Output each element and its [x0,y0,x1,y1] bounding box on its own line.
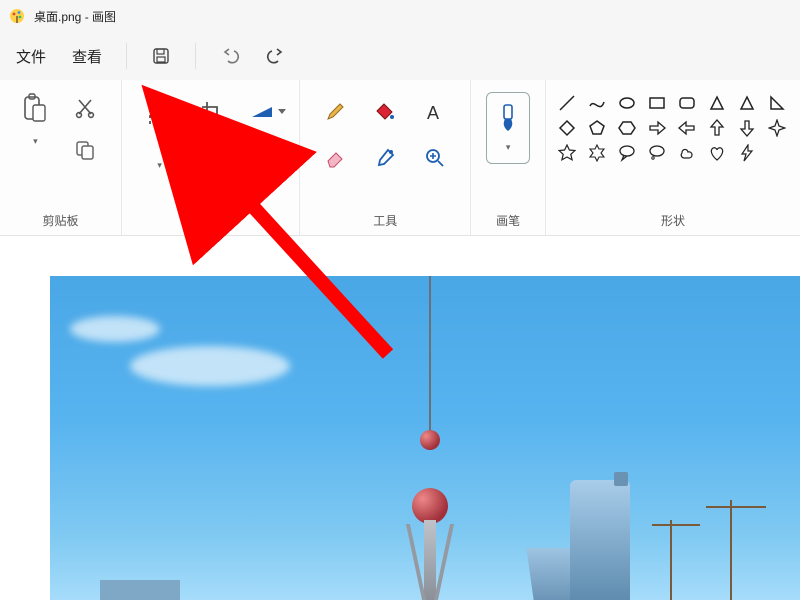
group-label: 形状 [661,208,685,235]
flip-button[interactable] [246,144,278,176]
group-tools: A 工具 [300,80,471,235]
shape-curve[interactable] [586,92,608,114]
shape-triangle[interactable] [736,92,758,114]
shape-6star[interactable] [586,142,608,164]
pencil-tool[interactable] [319,96,351,128]
shape-right-triangle[interactable] [766,92,788,114]
titlebar: 桌面.png - 画图 [0,0,800,32]
shape-arrow-down[interactable] [736,117,758,139]
shape-4star[interactable] [766,117,788,139]
svg-text:A: A [427,103,439,123]
group-label: 图像 [199,208,223,235]
resize-image-button[interactable] [196,144,228,176]
fill-tool[interactable] [369,96,401,128]
shapes-palette[interactable] [556,92,790,164]
paint-app-icon [8,7,26,25]
magnifier-tool[interactable] [419,142,451,174]
canvas-area[interactable] [0,236,800,600]
shape-callout-cloud[interactable] [676,142,698,164]
shape-oval[interactable] [616,92,638,114]
paste-button[interactable] [19,92,51,124]
chevron-down-icon: ▾ [506,142,511,153]
chevron-down-icon[interactable]: ▾ [33,136,38,147]
menubar: 文件 查看 [0,32,800,80]
canvas-image [50,276,800,600]
eraser-tool[interactable] [319,142,351,174]
crop-button[interactable] [196,96,228,128]
select-button[interactable] [144,98,176,130]
shape-diamond[interactable] [556,117,578,139]
separator [195,43,196,69]
undo-button[interactable] [216,42,244,70]
cut-button[interactable] [69,92,101,124]
group-label: 剪贴板 [42,208,78,235]
shape-pentagon[interactable] [586,117,608,139]
menu-view[interactable]: 查看 [68,40,106,73]
shape-arrow-left[interactable] [676,117,698,139]
rotate-button[interactable] [246,96,278,128]
shape-polygon[interactable] [706,92,728,114]
group-brush: ▾ 画笔 [471,80,546,235]
group-label: 工具 [373,208,397,235]
chevron-down-icon[interactable]: ▾ [157,160,162,171]
save-button[interactable] [147,42,175,70]
menu-file[interactable]: 文件 [12,40,50,73]
shape-lightning[interactable] [736,142,758,164]
brush-button[interactable]: ▾ [486,92,530,164]
copy-button[interactable] [69,134,101,166]
color-picker-tool[interactable] [369,142,401,174]
shape-callout-round[interactable] [616,142,638,164]
window-title: 桌面.png - 画图 [34,8,116,25]
shape-rect[interactable] [646,92,668,114]
shape-round-rect[interactable] [676,92,698,114]
shape-arrow-up[interactable] [706,117,728,139]
shape-callout-oval[interactable] [646,142,668,164]
group-clipboard: ▾ 剪贴板 [0,80,122,235]
shape-hexagon[interactable] [616,117,638,139]
shape-line[interactable] [556,92,578,114]
group-shapes: 形状 [546,80,800,235]
shape-arrow-right[interactable] [646,117,668,139]
text-tool[interactable]: A [419,96,451,128]
group-label: 画笔 [496,208,520,235]
separator [126,43,127,69]
shape-heart[interactable] [706,142,728,164]
shape-5star[interactable] [556,142,578,164]
ribbon: ▾ 剪贴板 ▾ [0,80,800,236]
redo-button[interactable] [262,42,290,70]
group-image: ▾ [122,80,300,235]
